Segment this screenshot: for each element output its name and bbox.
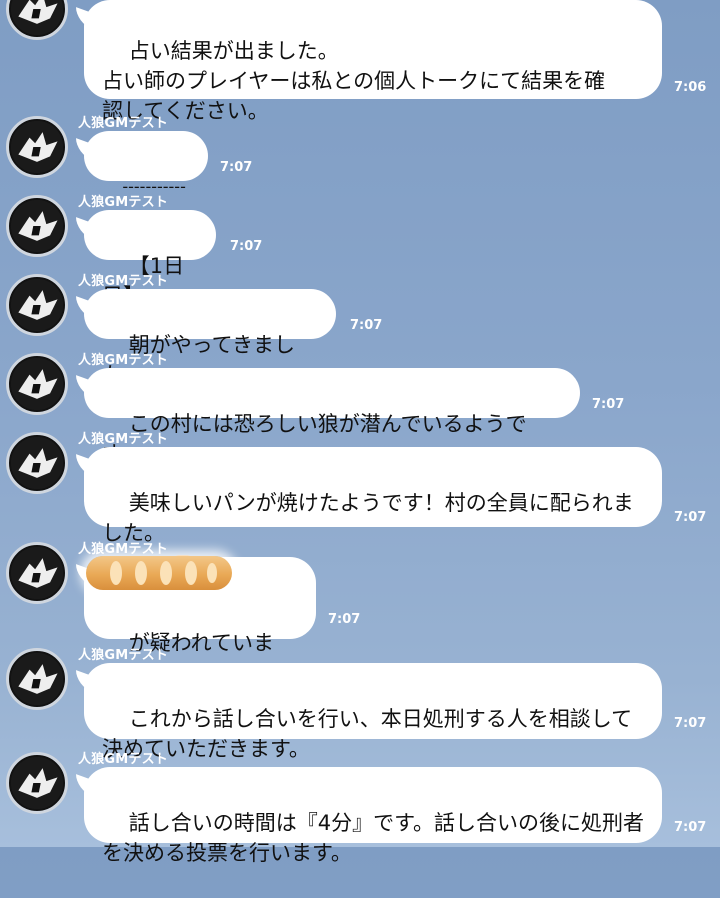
message-bubble[interactable]: 【1日目】	[84, 210, 216, 308]
avatar[interactable]	[6, 432, 68, 494]
avatar[interactable]	[6, 752, 68, 814]
timestamp: 7:06	[674, 80, 707, 95]
sender-name: 人狼GMテスト	[78, 752, 169, 767]
timestamp: 7:07	[592, 397, 625, 412]
message-bubble[interactable]: 朝がやってきました。	[84, 289, 336, 387]
sender-name: 人狼GMテスト	[78, 542, 169, 557]
wolf-logo-icon	[10, 278, 64, 332]
timestamp: 7:07	[350, 318, 383, 333]
timestamp: 7:07	[220, 160, 253, 175]
timestamp: 7:07	[230, 239, 263, 254]
wolf-logo-icon	[10, 357, 64, 411]
message-text: 話し合いの時間は『4分』です。話し合いの後に処刑者 を決める投票を行います。	[102, 811, 644, 865]
wolf-logo-icon	[10, 0, 64, 36]
wolf-logo-icon	[10, 756, 64, 810]
message-bubble[interactable]: 話し合いの時間は『4分』です。話し合いの後に処刑者 を決める投票を行います。	[84, 767, 662, 865]
bread-icon	[110, 561, 217, 585]
message-bubble[interactable]: この村には恐ろしい狼が潜んでいるようです。	[84, 368, 580, 466]
timestamp: 7:07	[674, 510, 707, 525]
wolf-logo-icon	[10, 120, 64, 174]
sender-name: 人狼GMテスト	[78, 195, 169, 210]
avatar[interactable]	[6, 116, 68, 178]
sender-name: 人狼GMテスト	[78, 116, 169, 131]
sender-name: 人狼GMテスト	[78, 353, 169, 368]
wolf-logo-icon	[10, 436, 64, 490]
message-bubble[interactable]: 占い結果が出ました。 占い師のプレイヤーは私との個人トークにて結果を確 認してく…	[84, 0, 662, 123]
avatar[interactable]	[6, 195, 68, 257]
wolf-logo-icon	[10, 546, 64, 600]
message-bubble[interactable]: --------------	[84, 131, 208, 226]
timestamp: 7:07	[674, 820, 707, 835]
timestamp: 7:07	[674, 716, 707, 731]
message-text: 占い結果が出ました。 占い師のプレイヤーは私との個人トークにて結果を確 認してく…	[102, 39, 606, 123]
avatar[interactable]	[6, 0, 68, 40]
avatar[interactable]	[6, 274, 68, 336]
wolf-logo-icon	[10, 652, 64, 706]
avatar[interactable]	[6, 353, 68, 415]
toast-icon	[170, 491, 196, 575]
avatar[interactable]	[6, 648, 68, 710]
timestamp: 7:07	[328, 612, 361, 627]
message-text: これから話し合いを行い、本日処刑する人を相談して 決めていただきます。	[102, 707, 633, 761]
sender-name: 人狼GMテスト	[78, 274, 169, 289]
bread-sticker-redaction	[86, 556, 232, 590]
sender-name: 人狼GMテスト	[78, 432, 169, 447]
message-bubble[interactable]: 美味しいパンが焼けたようです！村の全員に配られま した。	[84, 447, 662, 575]
wolf-logo-icon	[10, 199, 64, 253]
message-bubble[interactable]: これから話し合いを行い、本日処刑する人を相談して 決めていただきます。	[84, 663, 662, 761]
avatar[interactable]	[6, 542, 68, 604]
sender-name: 人狼GMテスト	[78, 648, 169, 663]
